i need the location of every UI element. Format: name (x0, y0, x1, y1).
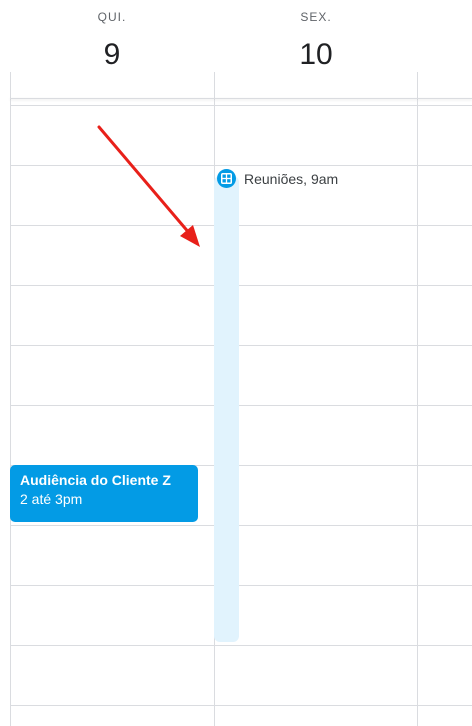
day-number[interactable]: 10 (214, 38, 418, 72)
task-drag-bar[interactable] (214, 176, 239, 642)
event-time: 2 até 3pm (20, 491, 83, 507)
header-divider (417, 72, 418, 100)
task-title: Reuniões (244, 171, 304, 187)
task-time: 9am (310, 171, 339, 187)
day-name: SEX. (300, 10, 332, 24)
day-number[interactable]: 9 (10, 38, 214, 72)
calendar-week-view: QUI. 9 SEX. 10 Audiência do Cliente Z 2 … (0, 0, 472, 726)
time-slot-thursday[interactable] (11, 106, 214, 465)
task-meetings[interactable]: Reuniões, 9am (244, 171, 338, 187)
header-divider (214, 72, 215, 100)
event-client-hearing[interactable]: Audiência do Cliente Z 2 até 3pm (10, 465, 198, 522)
time-slot-friday[interactable] (240, 106, 417, 726)
day-name: QUI. (97, 10, 127, 24)
task-separator: , (303, 171, 311, 187)
day-header-friday[interactable]: SEX. 10 (214, 0, 418, 100)
header-divider (10, 72, 11, 100)
grid-task-icon[interactable] (217, 169, 236, 188)
header-bottom-border (10, 98, 472, 99)
event-title: Audiência do Cliente Z (20, 472, 171, 488)
column-divider (417, 100, 418, 726)
day-header-thursday[interactable]: QUI. 9 (10, 0, 214, 100)
